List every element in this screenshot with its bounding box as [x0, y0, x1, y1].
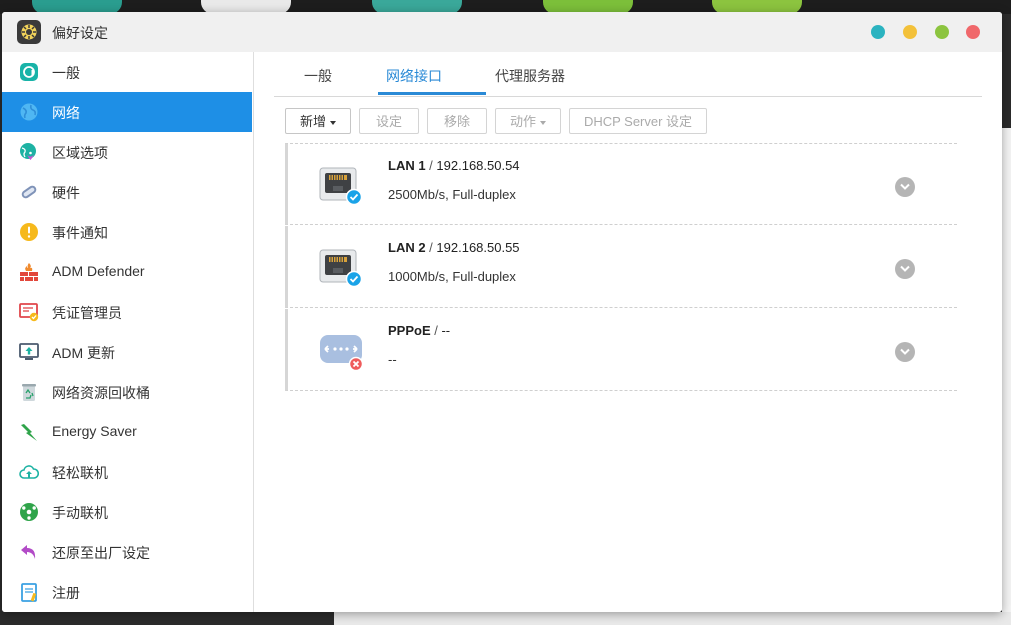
sidebar-item-label: ADM 更新	[52, 345, 115, 361]
sidebar-item-label: 硬件	[52, 185, 80, 201]
sidebar-item-certificate[interactable]: 凭证管理员	[2, 292, 252, 332]
interface-label: LAN 2	[388, 240, 426, 255]
interface-ip: 192.168.50.54	[436, 158, 520, 173]
action-button[interactable]: 动作	[495, 108, 561, 134]
title-bar: 偏好设定	[2, 12, 1002, 53]
interface-row-lan1[interactable]: LAN 1 / 192.168.50.54 2500Mb/s, Full-dup…	[285, 143, 957, 225]
interface-name: PPPoE / --	[388, 323, 450, 338]
energy-icon	[21, 424, 37, 441]
remove-button-label: 移除	[443, 114, 470, 129]
chevron-down-icon	[900, 265, 910, 272]
tab-proxy-server[interactable]: 代理服务器	[495, 66, 565, 86]
sidebar-item-adm-defender[interactable]: ADM Defender	[2, 252, 252, 292]
sidebar-item-label: 网络	[52, 105, 80, 121]
sidebar-item-general[interactable]: 一般	[2, 52, 252, 92]
globe-icon	[20, 103, 38, 121]
manual-connect-icon	[20, 503, 38, 521]
restore-icon	[21, 545, 36, 559]
general-icon	[20, 63, 38, 81]
active-tab-indicator	[378, 92, 486, 95]
recycle-bin-icon	[22, 384, 36, 401]
region-icon	[20, 143, 36, 160]
add-button-label: 新增	[299, 114, 326, 129]
ethernet-port-icon	[319, 249, 363, 288]
sidebar: 一般 网络 区域选项 硬件 事件通知 ADM Defender 凭证管理员 AD…	[2, 52, 254, 612]
pppoe-icon	[320, 335, 363, 371]
main-panel: 一般 网络接口 代理服务器 新增 设定 移除 动作 DHCP Server 设定…	[254, 52, 1002, 612]
sidebar-item-hardware[interactable]: 硬件	[2, 172, 252, 212]
chevron-down-icon	[900, 183, 910, 190]
sidebar-item-notification[interactable]: 事件通知	[2, 212, 252, 252]
maximize-button[interactable]	[935, 25, 949, 39]
cloud-connect-icon	[19, 465, 39, 479]
expand-toggle[interactable]	[895, 177, 915, 197]
settings-button[interactable]: 设定	[359, 108, 419, 134]
action-button-label: 动作	[509, 114, 536, 129]
interface-ip: 192.168.50.55	[436, 240, 520, 255]
interface-speed: --	[388, 352, 397, 367]
interface-ip: --	[441, 323, 451, 338]
preferences-app-icon	[17, 20, 41, 44]
sidebar-item-label: 网络资源回收桶	[52, 385, 150, 401]
tab-bar: 一般 网络接口 代理服务器	[274, 52, 982, 97]
settings-button-label: 设定	[375, 114, 402, 129]
sidebar-item-adm-update[interactable]: ADM 更新	[2, 332, 252, 372]
sidebar-item-label: 注册	[52, 585, 80, 601]
sidebar-item-register[interactable]: 注册	[2, 572, 252, 612]
interface-row-pppoe[interactable]: PPPoE / -- --	[285, 309, 957, 391]
sidebar-item-label: 轻松联机	[52, 465, 108, 481]
interface-name: LAN 2 / 192.168.50.55	[388, 240, 520, 255]
sidebar-item-manual-connect[interactable]: 手动联机	[2, 492, 252, 532]
interface-label: PPPoE	[388, 323, 431, 338]
close-button[interactable]	[966, 25, 980, 39]
minimize-button[interactable]	[903, 25, 917, 39]
sidebar-item-label: 区域选项	[52, 145, 108, 161]
expand-toggle[interactable]	[895, 342, 915, 362]
sidebar-item-label: Energy Saver	[52, 423, 137, 439]
sidebar-item-factory-reset[interactable]: 还原至出厂设定	[2, 532, 252, 572]
ethernet-port-icon	[319, 167, 363, 206]
sidebar-item-label: ADM Defender	[52, 263, 145, 279]
chevron-down-icon	[540, 120, 546, 125]
dhcp-button-label: DHCP Server 设定	[583, 114, 693, 129]
sidebar-item-ezconnect[interactable]: 轻松联机	[2, 452, 252, 492]
sidebar-item-network[interactable]: 网络	[2, 92, 252, 132]
sidebar-item-region[interactable]: 区域选项	[2, 132, 252, 172]
interface-row-lan2[interactable]: LAN 2 / 192.168.50.55 1000Mb/s, Full-dup…	[285, 226, 957, 308]
hardware-icon	[21, 185, 37, 199]
dhcp-server-settings-button[interactable]: DHCP Server 设定	[569, 108, 707, 134]
chevron-down-icon	[330, 120, 336, 125]
sidebar-item-label: 事件通知	[52, 225, 108, 241]
certificate-icon	[19, 303, 39, 322]
sidebar-item-label: 手动联机	[52, 505, 108, 521]
sidebar-item-label: 还原至出厂设定	[52, 545, 150, 561]
interface-separator: /	[425, 240, 437, 255]
firewall-icon	[20, 263, 38, 281]
help-button[interactable]	[871, 25, 885, 39]
interface-speed: 1000Mb/s, Full-duplex	[388, 269, 516, 284]
register-icon	[21, 583, 37, 602]
window-title: 偏好设定	[52, 25, 108, 41]
interface-separator: /	[430, 323, 442, 338]
update-icon	[19, 343, 39, 360]
alert-icon	[20, 223, 38, 241]
expand-toggle[interactable]	[895, 259, 915, 279]
chevron-down-icon	[900, 348, 910, 355]
interface-speed: 2500Mb/s, Full-duplex	[388, 187, 516, 202]
interface-separator: /	[425, 158, 437, 173]
add-button[interactable]: 新增	[285, 108, 351, 134]
remove-button[interactable]: 移除	[427, 108, 487, 134]
sidebar-item-label: 一般	[52, 65, 80, 81]
sidebar-item-label: 凭证管理员	[52, 305, 122, 321]
preferences-window: 偏好设定 一般 网络 区域选项 硬件 事件通知 ADM Defender 凭证管…	[2, 12, 1002, 612]
sidebar-item-recycle-bin[interactable]: 网络资源回收桶	[2, 372, 252, 412]
tab-general[interactable]: 一般	[304, 66, 332, 86]
background-window	[334, 612, 1011, 625]
tab-network-interface[interactable]: 网络接口	[386, 66, 442, 86]
background-window	[1002, 128, 1011, 625]
interface-label: LAN 1	[388, 158, 426, 173]
sidebar-item-energy-saver[interactable]: Energy Saver	[2, 412, 252, 452]
interface-name: LAN 1 / 192.168.50.54	[388, 158, 520, 173]
